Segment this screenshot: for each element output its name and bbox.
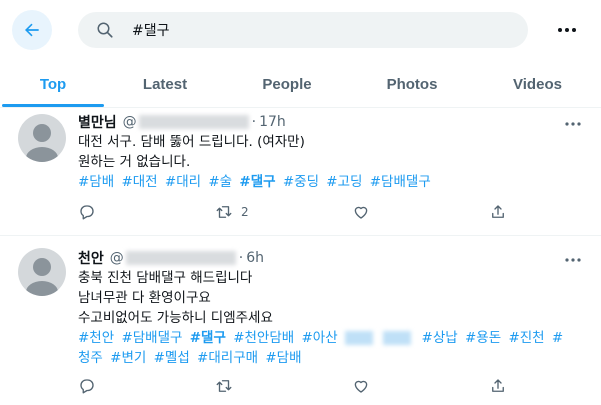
hashtag-highlighted[interactable]: #댈구 xyxy=(190,330,226,346)
arrow-left-icon xyxy=(25,23,39,37)
tweet-header: 별만님 @ · 17h xyxy=(78,112,581,132)
heart-icon xyxy=(354,206,368,219)
hashtag[interactable]: #천안담배 xyxy=(233,330,294,346)
tweet-2[interactable]: 천안 @ · 6h 충북 진천 담배댈구 해드립니다 남녀무관 다 환영이구요 … xyxy=(0,236,601,405)
default-avatar-icon xyxy=(26,124,58,162)
retweet-icon xyxy=(216,380,232,392)
search-box[interactable] xyxy=(78,12,528,48)
like-button[interactable] xyxy=(352,201,489,223)
more-icon xyxy=(565,258,581,262)
more-icon xyxy=(558,28,576,32)
tweet-text-line: 충북 진천 담배댈구 해드립니다 xyxy=(78,270,253,286)
hashtag[interactable]: #술 xyxy=(208,174,232,190)
avatar[interactable] xyxy=(18,114,66,162)
heart-icon xyxy=(354,380,368,393)
tweet-actions: 2 xyxy=(78,201,518,223)
tweet-header: 천안 @ · 6h xyxy=(78,248,581,268)
hashtag[interactable]: #담배 xyxy=(265,350,301,366)
search-tabs: Top Latest People Photos Videos xyxy=(0,62,601,107)
back-button[interactable] xyxy=(12,10,52,50)
redacted-handle xyxy=(138,115,249,129)
hashtag[interactable]: #용돈 xyxy=(465,330,501,346)
tweet-time[interactable]: 6h xyxy=(246,250,264,266)
hashtag[interactable]: #변기 xyxy=(110,350,146,366)
tab-latest[interactable]: Latest xyxy=(106,62,224,107)
avatar[interactable] xyxy=(18,248,66,296)
tweet-text-line: 수고비없어도 가능하니 디엠주세요 xyxy=(78,310,273,326)
search-icon xyxy=(96,20,116,40)
tab-label: People xyxy=(262,76,312,93)
tweet-actions xyxy=(78,375,518,397)
retweet-count: 2 xyxy=(241,205,249,219)
hashtag[interactable]: #담배댈구 xyxy=(121,330,182,346)
author-handle[interactable]: @ xyxy=(110,250,124,266)
reply-icon xyxy=(80,379,94,394)
tab-people[interactable]: People xyxy=(224,62,350,107)
redacted-hashtag xyxy=(383,331,412,345)
retweet-button[interactable] xyxy=(215,375,352,397)
retweet-icon xyxy=(216,206,232,218)
tab-videos[interactable]: Videos xyxy=(474,62,601,107)
hashtag[interactable]: #천안 xyxy=(78,330,114,346)
share-button[interactable] xyxy=(489,375,518,397)
separator-dot: · xyxy=(251,114,257,130)
tweet-text-line: 남녀무관 다 환영이구요 xyxy=(78,290,211,306)
author-name[interactable]: 천안 xyxy=(78,248,104,268)
tweet-text-line: 대전 서구. 담배 뚫어 드립니다. (여자만) xyxy=(78,134,305,150)
like-button[interactable] xyxy=(352,375,489,397)
more-icon xyxy=(565,122,581,126)
hashtag[interactable]: #대전 xyxy=(121,174,157,190)
share-icon xyxy=(492,379,504,392)
default-avatar-icon xyxy=(26,258,58,296)
hashtag-list: #담배 #대전 #대리 #술 #댈구 #중딩 #고딩 #담배댈구 xyxy=(78,172,581,192)
hashtag[interactable]: #담배 xyxy=(78,174,114,190)
tab-label: Photos xyxy=(386,76,438,93)
tab-label: Videos xyxy=(513,76,562,93)
share-icon xyxy=(492,205,504,218)
search-header xyxy=(0,0,601,62)
reply-icon xyxy=(80,205,94,220)
reply-button[interactable] xyxy=(78,375,215,397)
author-handle[interactable]: @ xyxy=(123,114,137,130)
separator-dot: · xyxy=(238,250,244,266)
hashtag[interactable]: #상납 xyxy=(422,330,458,346)
tweet-1[interactable]: 별만님 @ · 17h 대전 서구. 담배 뚫어 드립니다. (여자만) 원하는… xyxy=(0,108,601,230)
retweet-button[interactable]: 2 xyxy=(215,201,352,223)
tweet-text: 충북 진천 담배댈구 해드립니다 남녀무관 다 환영이구요 수고비없어도 가능하… xyxy=(78,268,581,328)
hashtag[interactable]: #담배댈구 xyxy=(370,174,431,190)
hashtag-highlighted[interactable]: #댈구 xyxy=(239,174,275,190)
tweet-text-line: 원하는 거 없습니다. xyxy=(78,154,191,170)
tweet-time[interactable]: 17h xyxy=(259,114,286,130)
hashtag[interactable]: #아산 xyxy=(302,330,338,346)
hashtag[interactable]: #고딩 xyxy=(326,174,362,190)
redacted-handle xyxy=(125,251,236,265)
tab-top[interactable]: Top xyxy=(0,62,106,107)
hashtag[interactable]: #진천 xyxy=(508,330,544,346)
search-input[interactable] xyxy=(132,22,492,38)
share-button[interactable] xyxy=(489,201,518,223)
tweet-more-button[interactable] xyxy=(561,116,585,132)
tweet-text: 대전 서구. 담배 뚫어 드립니다. (여자만) 원하는 거 없습니다. xyxy=(78,132,581,172)
hashtag-list: #천안 #담배댈구 #댈구 #천안담배 #아산 #상납 #용돈 #진천 #청주 … xyxy=(78,328,581,368)
redacted-hashtag xyxy=(344,331,373,345)
tweet-more-button[interactable] xyxy=(561,252,585,268)
hashtag[interactable]: #대리 xyxy=(165,174,201,190)
hashtag[interactable]: #중딩 xyxy=(283,174,319,190)
hashtag[interactable]: #몔섭 xyxy=(154,350,190,366)
reply-button[interactable] xyxy=(78,201,215,223)
tab-label: Top xyxy=(39,76,67,93)
more-options-button[interactable] xyxy=(552,15,582,45)
tab-photos[interactable]: Photos xyxy=(350,62,474,107)
tab-label: Latest xyxy=(142,76,188,93)
author-name[interactable]: 별만님 xyxy=(78,112,117,132)
hashtag[interactable]: #대리구매 xyxy=(197,350,258,366)
